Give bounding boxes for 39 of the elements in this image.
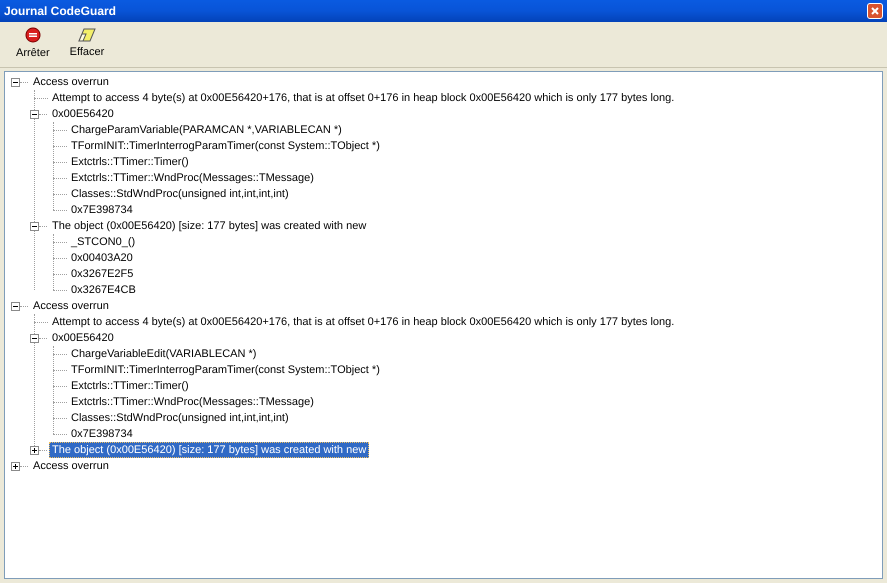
stop-icon bbox=[24, 27, 41, 44]
tree-item[interactable]: Attempt to access 4 byte(s) at 0x00E56420+176, that is at offset 0+176 in heap block 0x00E56420 which is only 177 bytes long. bbox=[49, 314, 678, 330]
tree-item[interactable]: Extctrls::TTimer::Timer() bbox=[68, 378, 192, 394]
toolbar-button[interactable]: Arrêter bbox=[8, 24, 58, 64]
expand-icon[interactable] bbox=[11, 462, 20, 470]
tree-item[interactable]: Access overrun bbox=[30, 74, 112, 90]
collapse-icon[interactable] bbox=[30, 334, 39, 342]
tree-item[interactable]: TFormINIT::TimerInterrogParamTimer(const System::TObject *) bbox=[68, 138, 383, 154]
tree-item[interactable]: 0x3267E2F5 bbox=[68, 266, 136, 282]
window-title: Journal CodeGuard bbox=[4, 3, 116, 20]
tree-item[interactable]: The object (0x00E56420) [size: 177 bytes] was created with new bbox=[49, 218, 370, 234]
tree-item[interactable]: Extctrls::TTimer::Timer() bbox=[68, 154, 192, 170]
collapse-icon[interactable] bbox=[11, 302, 20, 310]
toolbar-button[interactable]: Effacer bbox=[62, 24, 112, 64]
tree-item[interactable]: 0x3267E4CB bbox=[68, 282, 139, 298]
eraser-icon bbox=[78, 28, 96, 42]
tree-item[interactable]: 0x00E56420 bbox=[49, 106, 117, 122]
tree-item[interactable]: _STCON0_() bbox=[68, 234, 138, 250]
tree-item[interactable]: 0x00403A20 bbox=[68, 250, 136, 266]
collapse-icon[interactable] bbox=[30, 110, 39, 118]
tree-item[interactable]: 0x7E398734 bbox=[68, 426, 136, 442]
expand-icon[interactable] bbox=[30, 446, 39, 454]
tree-item[interactable]: TFormINIT::TimerInterrogParamTimer(const System::TObject *) bbox=[68, 362, 383, 378]
tree-item[interactable]: Classes::StdWndProc(unsigned int,int,int,int) bbox=[68, 410, 292, 426]
tree-item[interactable]: 0x00E56420 bbox=[49, 330, 117, 346]
tree-item[interactable]: Attempt to access 4 byte(s) at 0x00E56420+176, that is at offset 0+176 in heap block 0x00E56420 which is only 177 bytes long. bbox=[49, 90, 678, 106]
collapse-icon[interactable] bbox=[30, 222, 39, 230]
tree-item[interactable]: 0x7E398734 bbox=[68, 202, 136, 218]
tree-item[interactable]: Extctrls::TTimer::WndProc(Messages::TMessage) bbox=[68, 394, 317, 410]
close-button[interactable] bbox=[867, 3, 883, 19]
tree-item[interactable]: ChargeParamVariable(PARAMCAN *,VARIABLECAN *) bbox=[68, 122, 345, 138]
tree-item[interactable]: Access overrun bbox=[30, 298, 112, 314]
close-icon bbox=[871, 7, 879, 15]
tree-item[interactable]: ChargeVariableEdit(VARIABLECAN *) bbox=[68, 346, 260, 362]
tree-item[interactable]: Access overrun bbox=[30, 458, 112, 474]
tree-item[interactable]: Extctrls::TTimer::WndProc(Messages::TMessage) bbox=[68, 170, 317, 186]
collapse-icon[interactable] bbox=[11, 78, 20, 86]
tree-item[interactable]: Classes::StdWndProc(unsigned int,int,int,int) bbox=[68, 186, 292, 202]
tree-item[interactable]: The object (0x00E56420) [size: 177 bytes] was created with new bbox=[49, 442, 370, 458]
